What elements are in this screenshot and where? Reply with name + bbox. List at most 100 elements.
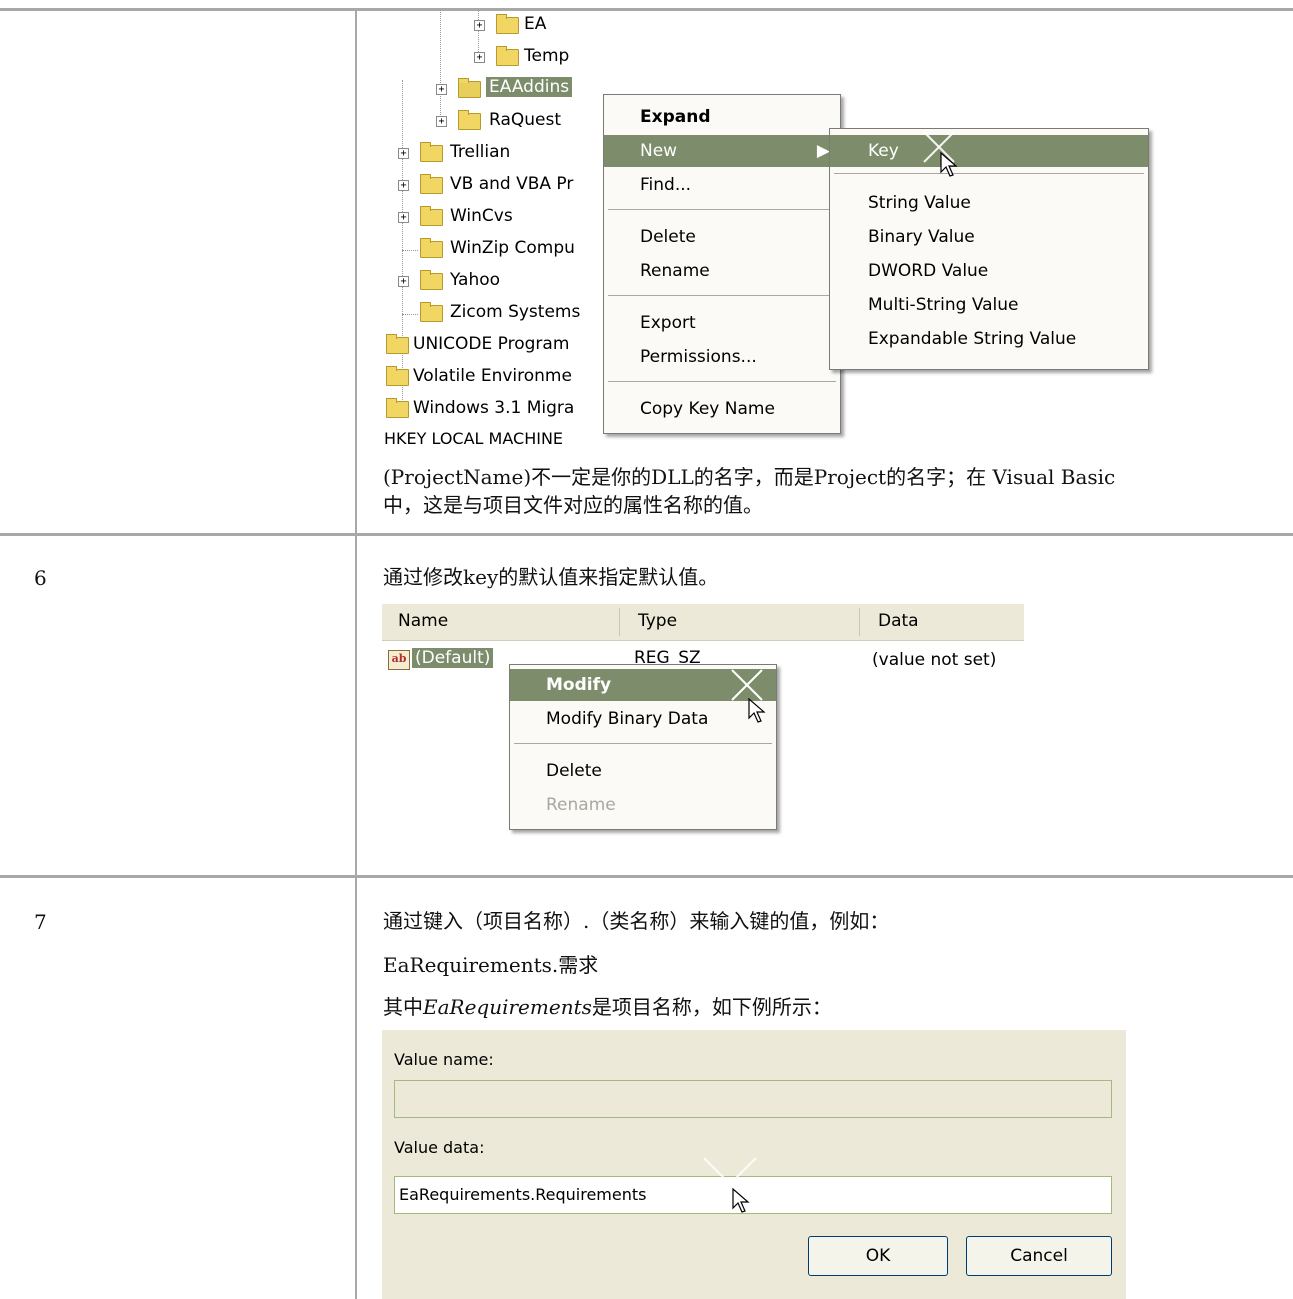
folder-icon xyxy=(386,398,409,418)
menu-separator xyxy=(608,209,836,210)
expand-toggle[interactable]: + xyxy=(398,212,409,223)
text-suffix: 是项目名称，如下例所示： xyxy=(591,995,832,1019)
menu-item-delete[interactable]: Delete xyxy=(510,755,776,787)
string-value-icon: ab xyxy=(388,650,410,670)
tree-root-hklm[interactable]: HKEY LOCAL MACHINE xyxy=(384,429,563,448)
column-header-data[interactable]: Data xyxy=(878,611,919,631)
expand-toggle[interactable]: + xyxy=(398,180,409,191)
menu-item-rename[interactable]: Rename xyxy=(604,255,840,287)
menu-item-copy-key-name[interactable]: Copy Key Name xyxy=(604,393,840,425)
note-line-2: 中，这是与项目文件对应的属性名称的值。 xyxy=(383,493,763,517)
step-7-text-1: 通过键入（项目名称）.（类名称）来输入键的值，例如： xyxy=(383,909,890,933)
tree-item-zicom[interactable]: Zicom Systems xyxy=(450,302,580,322)
folder-icon xyxy=(420,206,443,226)
menu-item-rename: Rename xyxy=(546,795,616,815)
submenu-item-multi-string-value[interactable]: Multi-String Value xyxy=(830,289,1148,321)
expand-toggle[interactable]: + xyxy=(474,52,485,63)
folder-icon xyxy=(386,334,409,354)
menu-item-delete[interactable]: Delete xyxy=(604,221,840,253)
step-number-7: 7 xyxy=(34,910,47,934)
click-sparkle-icon xyxy=(731,669,763,701)
tree-line xyxy=(440,10,441,125)
open-folder-icon xyxy=(458,78,481,98)
registry-values-screenshot: Name Type Data ab (Default) REG_SZ (valu… xyxy=(382,604,1024,866)
folder-icon xyxy=(420,238,443,258)
edit-string-dialog: Value name: Value data: EaRequirements.R… xyxy=(382,1030,1126,1299)
menu-separator xyxy=(608,295,836,296)
mouse-cursor-icon xyxy=(940,152,958,177)
tree-item-ea[interactable]: EA xyxy=(524,14,546,34)
value-name-field[interactable] xyxy=(394,1080,1112,1118)
submenu-item-string-value[interactable]: String Value xyxy=(830,187,1148,219)
tree-item-volatile[interactable]: Volatile Environme xyxy=(413,366,572,386)
tree-line xyxy=(402,250,418,251)
project-name-emphasis: EaRequirements xyxy=(423,995,592,1019)
tree-item-yahoo[interactable]: Yahoo xyxy=(450,270,500,290)
submenu-item-binary-value[interactable]: Binary Value xyxy=(830,221,1148,253)
tree-line xyxy=(402,80,403,410)
folder-icon xyxy=(496,46,519,66)
ok-button[interactable]: OK xyxy=(808,1236,948,1276)
tree-item-wincvs[interactable]: WinCvs xyxy=(450,206,513,226)
expand-toggle[interactable]: + xyxy=(398,148,409,159)
column-divider xyxy=(619,608,620,636)
folder-icon xyxy=(458,110,481,130)
value-data-label: Value data: xyxy=(394,1138,485,1157)
step-7-text-3: 其中EaRequirements是项目名称，如下例所示： xyxy=(383,992,832,1022)
column-header-type[interactable]: Type xyxy=(638,611,677,631)
value-row-name[interactable]: (Default) xyxy=(412,648,494,668)
submenu-item-dword-value[interactable]: DWORD Value xyxy=(830,255,1148,287)
step-6-text: 通过修改key的默认值来指定默认值。 xyxy=(383,565,719,589)
row-divider-6-7 xyxy=(0,875,1293,878)
table-column-divider xyxy=(355,8,357,1299)
list-header: Name Type Data xyxy=(382,604,1024,641)
expand-toggle[interactable]: + xyxy=(436,116,447,127)
folder-icon xyxy=(420,142,443,162)
step-number-6: 6 xyxy=(34,566,47,590)
tree-item-vb[interactable]: VB and VBA Pr xyxy=(450,174,573,194)
expand-toggle[interactable]: + xyxy=(474,20,485,31)
column-divider xyxy=(859,608,860,636)
menu-separator xyxy=(834,173,1144,174)
value-name-label: Value name: xyxy=(394,1050,494,1069)
value-data-text: EaRequirements.Requirements xyxy=(399,1185,647,1204)
menu-item-export[interactable]: Export xyxy=(604,307,840,339)
tree-item-eaaddins[interactable]: EAAddins xyxy=(486,77,573,97)
menu-item-expand[interactable]: Expand xyxy=(604,101,840,133)
menu-item-find[interactable]: Find... xyxy=(604,169,840,201)
note-line-1: (ProjectName)不一定是你的DLL的名字，而是Project的名字；在… xyxy=(383,465,1116,489)
menu-item-permissions[interactable]: Permissions... xyxy=(604,341,840,373)
text-prefix: 其中 xyxy=(383,995,423,1019)
value-row-data: (value not set) xyxy=(872,650,997,670)
tree-item-unicode[interactable]: UNICODE Program xyxy=(413,334,569,354)
tree-item-temp[interactable]: Temp xyxy=(524,46,569,66)
step-7-text-2: EaRequirements.需求 xyxy=(383,953,599,977)
expand-toggle[interactable]: + xyxy=(436,84,447,95)
menu-item-modify-binary-data[interactable]: Modify Binary Data xyxy=(510,703,776,735)
row-divider-5-6 xyxy=(0,533,1293,536)
new-submenu: Key String Value Binary Value DWORD Valu… xyxy=(829,128,1149,370)
tree-line xyxy=(402,314,418,315)
cancel-button[interactable]: Cancel xyxy=(966,1236,1112,1276)
folder-icon xyxy=(420,270,443,290)
menu-separator xyxy=(514,743,772,744)
folder-icon xyxy=(420,174,443,194)
submenu-item-expandable-string-value[interactable]: Expandable String Value xyxy=(830,323,1148,355)
folder-icon xyxy=(386,366,409,386)
folder-icon xyxy=(496,14,519,34)
mouse-cursor-icon xyxy=(732,1188,750,1213)
mouse-cursor-icon xyxy=(748,698,766,723)
tree-item-trellian[interactable]: Trellian xyxy=(450,142,510,162)
expand-toggle[interactable]: + xyxy=(398,276,409,287)
tree-item-raquest[interactable]: RaQuest xyxy=(489,110,561,130)
tree-item-windows31[interactable]: Windows 3.1 Migra xyxy=(413,398,574,418)
menu-item-new[interactable]: New ▶ xyxy=(604,135,840,167)
folder-icon xyxy=(420,302,443,322)
menu-separator xyxy=(608,381,836,382)
column-header-name[interactable]: Name xyxy=(398,611,448,631)
context-menu: Expand New ▶ Find... Delete Rename Expor… xyxy=(603,94,841,434)
registry-screenshot: + EA + Temp + EAAddins + RaQuest + Trell… xyxy=(382,10,1172,452)
submenu-item-key[interactable]: Key xyxy=(830,135,1148,167)
tree-item-winzip[interactable]: WinZip Compu xyxy=(450,238,575,258)
click-sparkle-icon xyxy=(703,1157,757,1211)
